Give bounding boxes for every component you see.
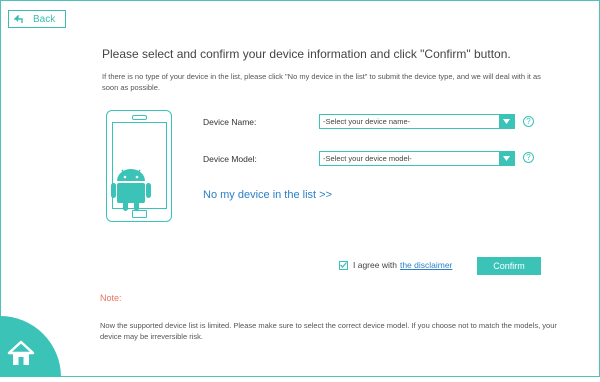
- device-name-select[interactable]: -Select your device name-: [319, 114, 515, 129]
- note-text: Now the supported device list is limited…: [100, 321, 557, 341]
- chevron-down-icon[interactable]: [499, 115, 514, 128]
- device-name-help-icon[interactable]: ?: [523, 116, 534, 127]
- note-label: Note:: [100, 293, 122, 303]
- android-icon: [111, 167, 151, 216]
- checkmark-icon: [340, 262, 347, 268]
- agree-text: I agree with: [353, 260, 397, 270]
- agree-checkbox[interactable]: [339, 260, 348, 270]
- no-device-link[interactable]: No my device in the list >>: [203, 189, 332, 201]
- home-button[interactable]: [0, 316, 62, 382]
- device-model-label: Device Model:: [203, 154, 257, 164]
- back-arrow-icon: [14, 14, 23, 24]
- device-model-select[interactable]: -Select your device model-: [319, 151, 515, 166]
- instruction-text: If there is no type of your device in th…: [102, 72, 541, 92]
- phone-speaker: [132, 115, 147, 120]
- disclaimer-row: I agree with the disclaimer: [339, 260, 452, 270]
- back-button[interactable]: Back: [8, 10, 66, 28]
- device-name-value: -Select your device name-: [323, 117, 411, 126]
- back-label: Back: [33, 13, 56, 25]
- device-name-label: Device Name:: [203, 117, 257, 127]
- page-title: Please select and confirm your device in…: [102, 47, 511, 61]
- disclaimer-link[interactable]: the disclaimer: [400, 260, 452, 270]
- confirm-button[interactable]: Confirm: [477, 257, 541, 275]
- device-model-help-icon[interactable]: ?: [523, 152, 534, 163]
- chevron-down-icon[interactable]: [499, 152, 514, 165]
- device-model-value: -Select your device model-: [323, 154, 412, 163]
